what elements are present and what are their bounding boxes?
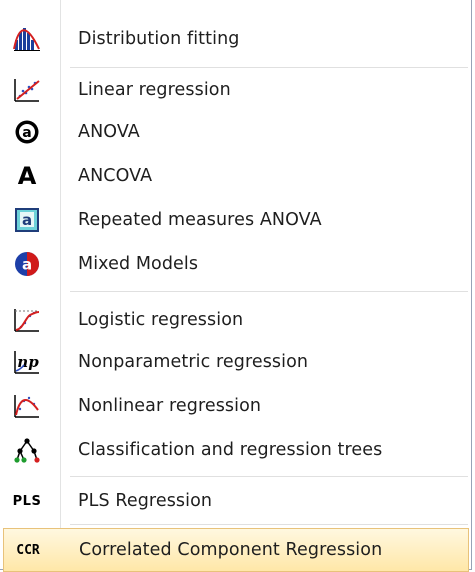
menu-separator	[70, 291, 468, 292]
logistic-regression-icon	[11, 304, 43, 336]
ccr-icon-text: CCR	[16, 542, 40, 558]
menu-item-logistic-regression[interactable]: Logistic regression	[0, 298, 470, 342]
menu-item-nonparametric-regression[interactable]: np Nonparametric regression	[0, 340, 470, 384]
ccr-icon: CCR	[12, 534, 44, 566]
menu-item-classification-regression-trees[interactable]: Classification and regression trees	[0, 428, 470, 472]
menu-item-nonlinear-regression[interactable]: Nonlinear regression	[0, 384, 470, 428]
menu-item-label: ANOVA	[78, 122, 140, 142]
menu-item-repeated-measures-anova[interactable]: a Repeated measures ANOVA	[0, 198, 470, 242]
ancova-icon-glyph: A	[17, 162, 37, 190]
repeated-icon-glyph: a	[22, 211, 32, 229]
menu-item-label: ANCOVA	[78, 166, 153, 186]
menu-item-label: Classification and regression trees	[78, 440, 383, 460]
pls-icon: PLS	[11, 485, 43, 517]
menu-item-anova[interactable]: a ANOVA	[0, 110, 470, 154]
menu-separator	[70, 476, 468, 477]
anova-icon-glyph: a	[22, 125, 31, 141]
menu-item-label: Linear regression	[78, 80, 231, 100]
menu-item-label: Nonparametric regression	[78, 352, 309, 372]
tree-icon	[11, 434, 43, 466]
menu-item-distribution-fitting[interactable]: Distribution fitting	[0, 17, 470, 61]
menu-item-label: Distribution fitting	[78, 29, 240, 49]
context-menu: Distribution fitting Linear regression a…	[0, 0, 475, 572]
menu-item-mixed-models[interactable]: a Mixed Models	[0, 242, 470, 286]
mixed-models-icon: a	[11, 248, 43, 280]
repeated-measures-icon: a	[11, 204, 43, 236]
mixed-icon-glyph: a	[22, 256, 32, 274]
menu-item-label: Mixed Models	[78, 254, 199, 274]
menu-item-label: Logistic regression	[78, 310, 244, 330]
pls-icon-text: PLS	[12, 493, 42, 509]
menu-separator	[70, 524, 468, 525]
menu-item-pls-regression[interactable]: PLS PLS Regression	[0, 479, 470, 523]
anova-icon: a	[11, 116, 43, 148]
menu-item-label: Correlated Component Regression	[79, 540, 383, 560]
menu-item-label: PLS Regression	[78, 491, 213, 511]
ancova-icon: A	[11, 160, 43, 192]
distribution-histogram-icon	[11, 23, 43, 55]
menu-item-linear-regression[interactable]: Linear regression	[0, 68, 470, 112]
menu-item-ancova[interactable]: A ANCOVA	[0, 154, 470, 198]
nonlinear-regression-icon	[11, 390, 43, 422]
menu-item-label: Repeated measures ANOVA	[78, 210, 322, 230]
nonparametric-regression-icon: np	[11, 346, 43, 378]
menu-item-correlated-component-regression[interactable]: CCR Correlated Component Regression	[3, 528, 469, 572]
menu-item-label: Nonlinear regression	[78, 396, 262, 416]
linear-regression-icon	[11, 74, 43, 106]
